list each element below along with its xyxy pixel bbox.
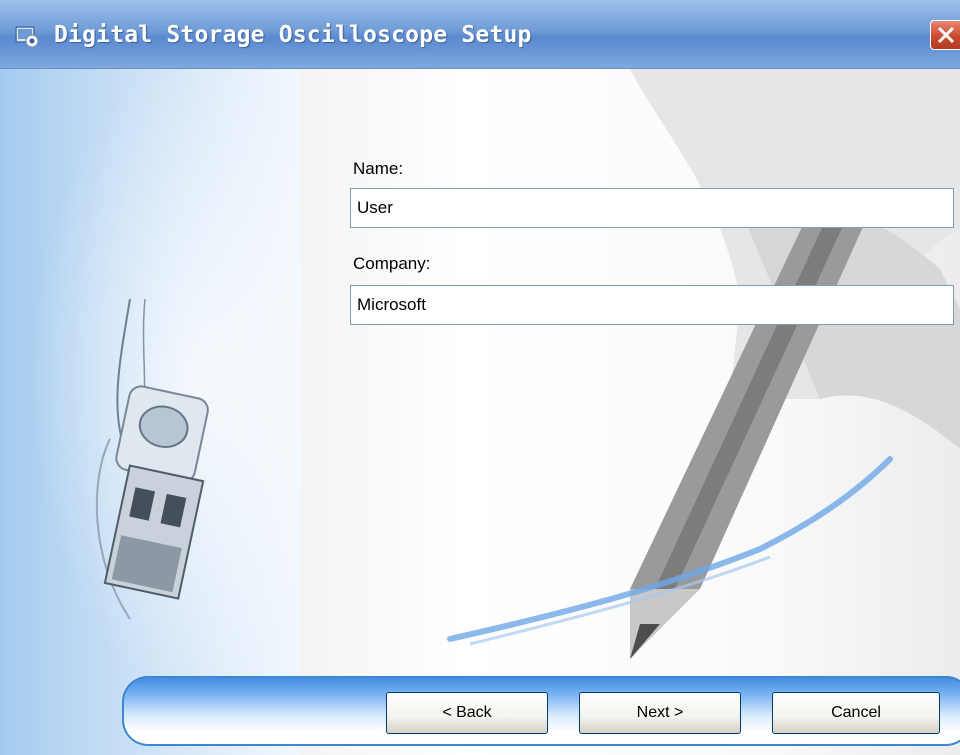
setup-content — [0, 69, 960, 755]
close-icon — [937, 26, 955, 44]
cancel-button[interactable]: Cancel — [772, 692, 940, 734]
back-button[interactable]: < Back — [386, 692, 548, 734]
name-input[interactable] — [350, 188, 954, 228]
usb-drive-illustration — [95, 299, 209, 620]
next-button[interactable]: Next > — [579, 692, 741, 734]
company-input[interactable] — [350, 285, 954, 325]
company-label: Company: — [353, 254, 431, 273]
close-button[interactable] — [930, 20, 960, 50]
window-title: Digital Storage Oscilloscope Setup — [54, 22, 532, 48]
setup-app-icon — [14, 24, 40, 48]
title-bar: Digital Storage Oscilloscope Setup — [0, 0, 960, 69]
name-label: Name: — [353, 159, 404, 178]
